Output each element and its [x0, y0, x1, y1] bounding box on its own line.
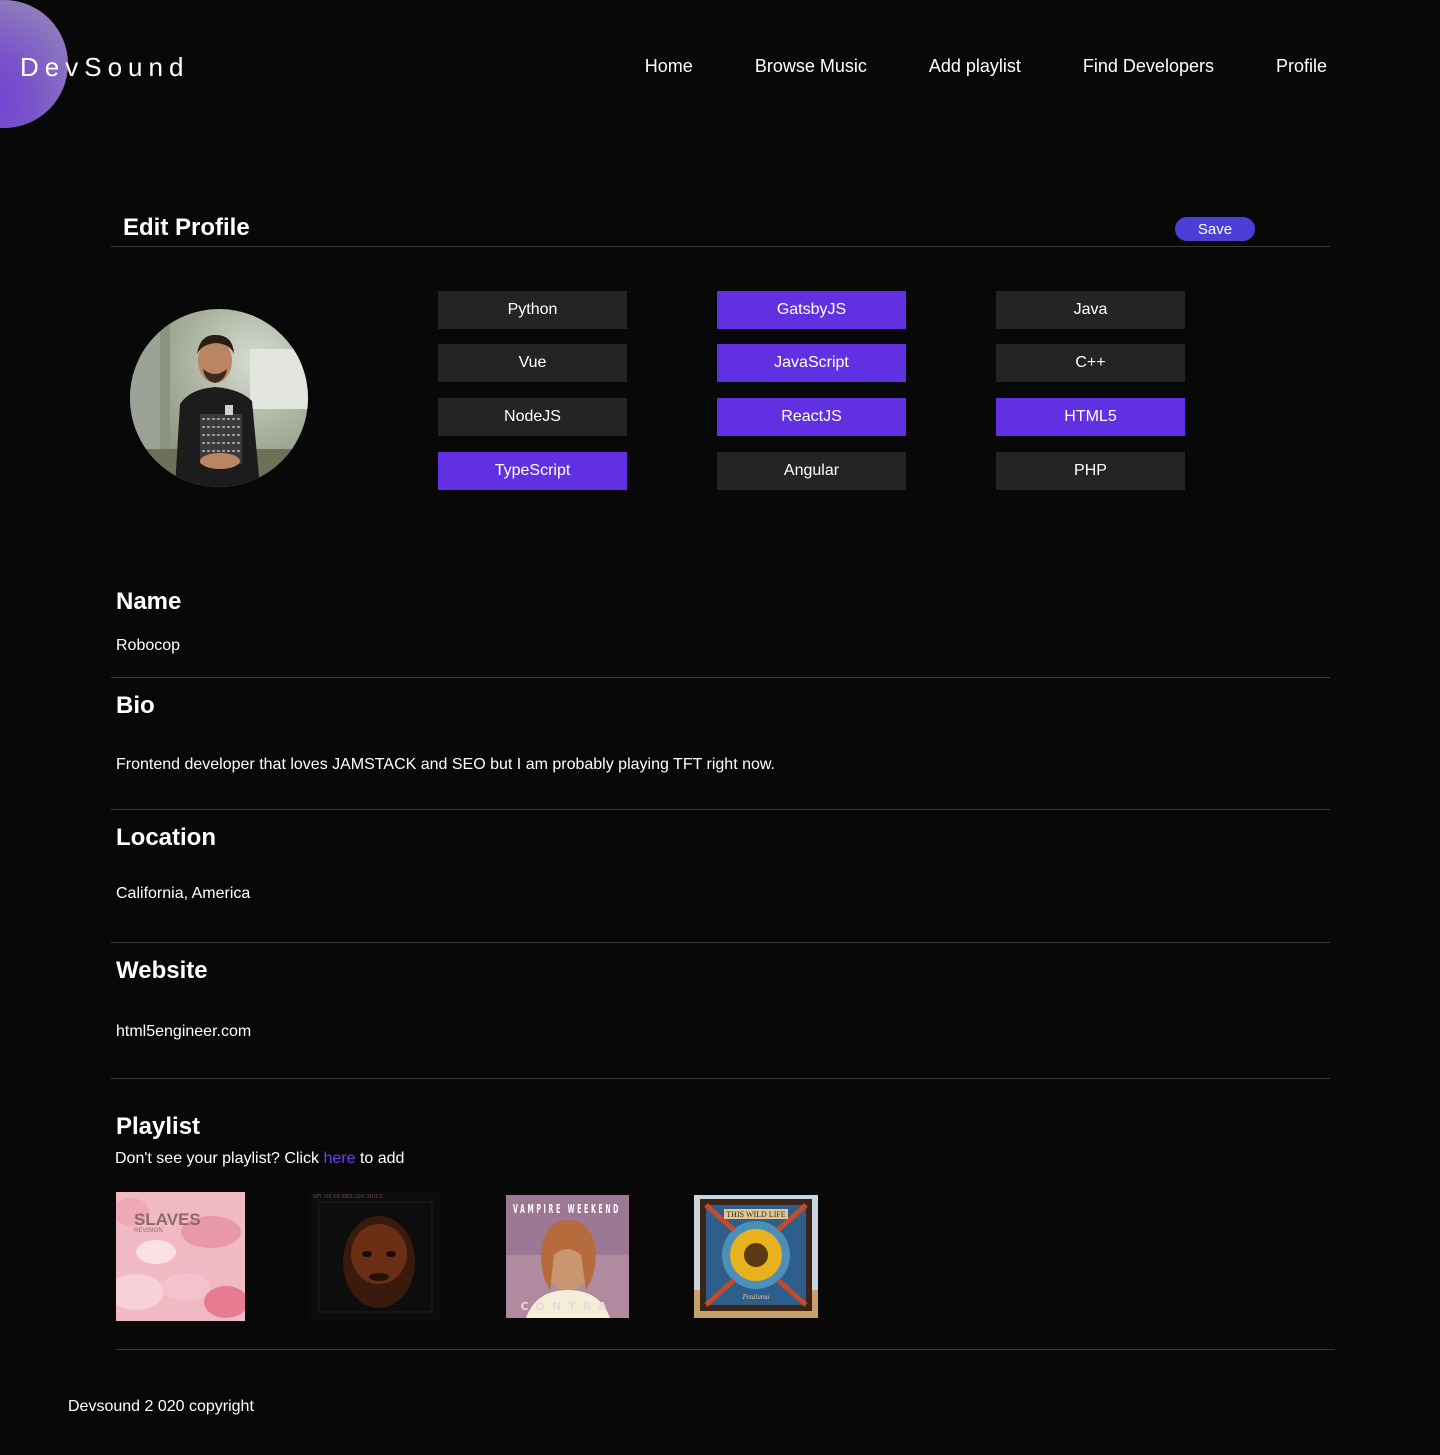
edit-profile-header: Edit Profile Save	[111, 212, 1330, 247]
album-cover-subtitle: CONTRA	[520, 1300, 613, 1313]
save-button[interactable]: Save	[1175, 217, 1255, 241]
tag-angular[interactable]: Angular	[717, 452, 906, 490]
divider	[116, 1349, 1335, 1350]
bio-label: Bio	[116, 692, 155, 719]
avatar-photo	[130, 309, 308, 487]
album-art: THIS WILD LIFE Petaluma	[694, 1195, 818, 1318]
tag-cpp[interactable]: C++	[996, 344, 1185, 382]
tag-html5[interactable]: HTML5	[996, 398, 1185, 436]
playlist-title: Playlist	[116, 1113, 201, 1140]
website-label: Website	[116, 957, 208, 984]
album-cover-this-wild-life[interactable]: THIS WILD LIFE Petaluma	[694, 1195, 818, 1318]
tag-javascript[interactable]: JavaScript	[717, 344, 906, 382]
tag-typescript[interactable]: TypeScript	[438, 452, 627, 490]
bio-value[interactable]: Frontend developer that loves JAMSTACK a…	[116, 756, 775, 774]
divider	[111, 1078, 1330, 1079]
tag-php[interactable]: PHP	[996, 452, 1185, 490]
footer-copyright: Devsound 2 020 copyright	[68, 1398, 254, 1415]
nav-profile[interactable]: Profile	[1276, 56, 1327, 77]
tag-vue[interactable]: Vue	[438, 344, 627, 382]
album-art: SLAVES REVISION	[116, 1192, 245, 1321]
album-cover-contra[interactable]: VAMPIRE WEEKEND CONTRA	[506, 1195, 629, 1318]
tag-nodejs[interactable]: NodeJS	[438, 398, 627, 436]
main-nav: Home Browse Music Add playlist Find Deve…	[645, 56, 1327, 77]
album-cover-title: MY DEAR MELANCHOLY,	[313, 1194, 384, 1200]
album-art: VAMPIRE WEEKEND CONTRA	[506, 1195, 629, 1318]
divider	[111, 942, 1330, 943]
nav-home[interactable]: Home	[645, 56, 693, 77]
album-cover-subtitle: REVISION	[134, 1228, 163, 1234]
name-label: Name	[116, 588, 182, 615]
album-cover-slaves[interactable]: SLAVES REVISION	[116, 1192, 245, 1321]
album-art: MY DEAR MELANCHOLY,	[311, 1192, 440, 1321]
nav-add-playlist[interactable]: Add playlist	[929, 56, 1021, 77]
playlist-hint-text: Don't see your playlist? Click	[115, 1150, 324, 1167]
nav-browse-music[interactable]: Browse Music	[755, 56, 867, 77]
playlist-hint-suffix: to add	[355, 1150, 405, 1167]
divider	[111, 677, 1330, 678]
nav-find-developers[interactable]: Find Developers	[1083, 56, 1214, 77]
page-title: Edit Profile	[123, 214, 250, 241]
album-cover-title: VAMPIRE WEEKEND	[513, 1202, 621, 1216]
avatar[interactable]	[130, 309, 308, 487]
playlist-hint: Don't see your playlist? Click here to a…	[115, 1150, 404, 1168]
location-value[interactable]: California, America	[116, 885, 250, 903]
tag-java[interactable]: Java	[996, 291, 1185, 329]
album-cover-title: THIS WILD LIFE	[726, 1210, 786, 1219]
name-value[interactable]: Robocop	[116, 637, 180, 655]
tag-python[interactable]: Python	[438, 291, 627, 329]
album-cover-subtitle: Petaluma	[742, 1293, 770, 1301]
add-playlist-link[interactable]: here	[323, 1150, 355, 1167]
location-label: Location	[116, 824, 216, 851]
album-cover-my-dear-melancholy[interactable]: MY DEAR MELANCHOLY,	[311, 1192, 440, 1321]
skill-tags: Python GatsbyJS Java Vue JavaScript C++ …	[438, 291, 1186, 491]
album-cover-title: SLAVES	[134, 1210, 201, 1229]
tag-reactjs[interactable]: ReactJS	[717, 398, 906, 436]
divider	[111, 809, 1330, 810]
website-value[interactable]: html5engineer.com	[116, 1023, 251, 1041]
tag-gatsbyjs[interactable]: GatsbyJS	[717, 291, 906, 329]
brand-logo[interactable]: DevSound	[20, 52, 189, 83]
